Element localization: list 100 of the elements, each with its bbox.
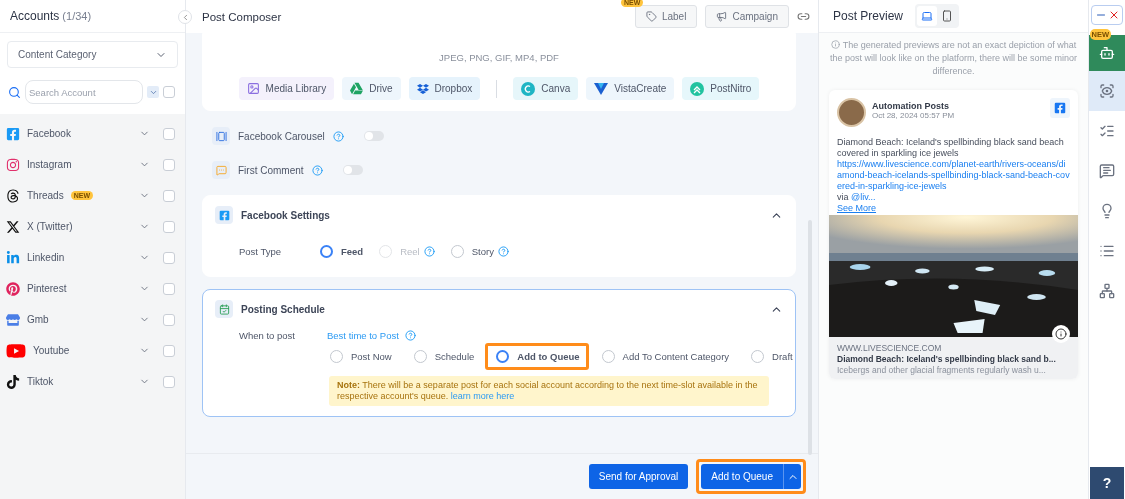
link-domain: WWW.LIVESCIENCE.COM xyxy=(837,343,943,353)
post-type-radio[interactable]: Story xyxy=(441,238,516,265)
account-name[interactable]: X (Twitter) xyxy=(27,221,73,232)
account-checkbox[interactable] xyxy=(163,375,175,388)
toggle-label: Facebook Carousel xyxy=(238,130,325,142)
calendar-icon-tile xyxy=(215,300,233,318)
help-icon[interactable] xyxy=(311,164,323,176)
note-text: Note: There will be a separate post for each social account according to the next time-slot available in the respective account's queue. learn more here xyxy=(337,380,759,402)
campaign-button[interactable]: Campaign xyxy=(705,5,789,28)
megaphone-icon xyxy=(716,11,728,22)
eye-scan-icon xyxy=(1099,83,1115,99)
account-name[interactable]: Tiktok xyxy=(27,376,54,387)
help-icon[interactable] xyxy=(332,130,344,142)
facebook-icon xyxy=(1050,98,1070,118)
see-more-link[interactable]: See More xyxy=(837,203,1070,213)
account-checkbox[interactable] xyxy=(163,251,175,264)
toggle-switch[interactable] xyxy=(342,165,363,175)
expand-button[interactable] xyxy=(147,86,159,98)
schedule-radio[interactable]: Schedule xyxy=(402,343,484,370)
help-button[interactable]: ? xyxy=(1090,467,1124,499)
help-icon[interactable] xyxy=(404,330,416,341)
select-all-checkbox[interactable] xyxy=(163,86,175,98)
sidebar-title: Accounts xyxy=(10,9,60,23)
x-icon xyxy=(6,219,20,234)
design-tool-button[interactable]: PostNitro xyxy=(682,77,760,100)
search-icon xyxy=(8,85,21,99)
phone-icon xyxy=(941,10,954,22)
tiktok-icon xyxy=(6,374,20,389)
search-field[interactable]: Search Account xyxy=(25,80,143,104)
account-name[interactable]: Youtube xyxy=(33,345,70,356)
help-icon[interactable] xyxy=(497,246,509,257)
info-icon xyxy=(830,40,840,49)
account-checkbox[interactable] xyxy=(163,220,175,233)
checklist-icon xyxy=(1099,123,1115,139)
avatar xyxy=(837,98,866,127)
section-title: Facebook Settings xyxy=(241,209,330,221)
schedule-radio[interactable]: Draft xyxy=(740,343,802,370)
account-checkbox[interactable] xyxy=(163,127,175,140)
facebook-icon xyxy=(6,126,20,141)
handle-link[interactable]: @liv... xyxy=(851,192,876,202)
send-for-approval-button[interactable]: Send for Approval xyxy=(588,464,689,489)
chat-icon xyxy=(1099,163,1115,179)
laptop-button[interactable] xyxy=(917,6,938,26)
schedule-radio[interactable]: Add To Content Category xyxy=(590,343,739,370)
threads-icon xyxy=(6,188,20,203)
schedule-radio[interactable]: Add to Queue xyxy=(485,343,589,370)
options-toggle-button[interactable] xyxy=(783,464,801,489)
account-checkbox[interactable] xyxy=(163,313,175,326)
rail-button[interactable] xyxy=(1088,35,1125,71)
composer-title: Post Composer xyxy=(202,10,282,23)
design-tool-button[interactable]: Canva xyxy=(513,77,579,100)
laptop-icon xyxy=(921,10,934,22)
media-source-button[interactable]: Media Library xyxy=(238,77,335,100)
account-name[interactable]: Threads xyxy=(27,190,64,201)
linkedin-icon xyxy=(6,250,20,265)
tag-icon xyxy=(645,11,657,22)
toggle-switch[interactable] xyxy=(363,131,384,141)
schedule-radio[interactable]: Post Now xyxy=(319,343,401,370)
media-source-button[interactable]: Dropbox xyxy=(408,77,481,100)
account-checkbox[interactable] xyxy=(163,344,175,357)
account-name[interactable]: Pinterest xyxy=(27,283,67,294)
account-checkbox[interactable] xyxy=(163,158,175,171)
label-button[interactable]: Label xyxy=(634,5,698,28)
category-select[interactable]: Content Category xyxy=(7,41,178,68)
account-checkbox[interactable] xyxy=(163,189,175,202)
file-types: JPEG, PNG, GIF, MP4, PDF xyxy=(439,52,559,63)
section-title: Posting Schedule xyxy=(241,303,325,315)
facebook-icon-tile xyxy=(215,206,233,224)
account-count: (1/34) xyxy=(62,10,92,22)
store-icon xyxy=(6,312,20,327)
post-url-link[interactable]: https://www.livescience.com/planet-earth/rivers-oceans/diamond-beach-icelands-spellbinding-black-sand-beach-covered-in-sparkling-ice-jewels xyxy=(837,159,1070,192)
link-icon[interactable] xyxy=(797,10,810,23)
list-icon xyxy=(1099,243,1115,259)
postnitro-icon xyxy=(690,81,705,96)
post-text: Diamond Beach: Iceland's spellbinding black sand beach covered in sparkling ice jewels xyxy=(837,137,1065,159)
via-text: via xyxy=(837,192,849,202)
account-name[interactable]: Gmb xyxy=(27,314,49,325)
preview-notice: The generated previews are not an exact depiction of what the post will look like on the platform, there will be some minor difference. xyxy=(828,39,1079,78)
account-name[interactable]: Linkedin xyxy=(27,252,65,263)
account-name[interactable]: Instagram xyxy=(27,159,72,170)
robot-icon xyxy=(1099,45,1115,61)
lightbulb-icon xyxy=(1099,203,1115,219)
pinterest-icon xyxy=(6,281,20,296)
instagram-icon xyxy=(6,157,20,172)
design-tool-button[interactable]: VistaCreate xyxy=(586,77,675,100)
field-label: When to post xyxy=(239,330,296,341)
dropbox-icon xyxy=(416,82,429,95)
post-type-radio[interactable]: Feed xyxy=(315,238,371,265)
media-source-button[interactable]: Drive xyxy=(342,77,401,100)
link-description: Icebergs and other glacial fragments regularly wash u... xyxy=(837,365,1047,375)
image-icon xyxy=(246,82,260,95)
info-icon xyxy=(1055,328,1067,340)
vista-icon xyxy=(594,82,609,95)
field-label: Post Type xyxy=(239,246,283,257)
add-to-queue-button[interactable]: Add to Queue xyxy=(701,464,783,489)
preview-title: Post Preview xyxy=(833,9,904,23)
account-name[interactable]: Facebook xyxy=(27,128,71,139)
account-checkbox[interactable] xyxy=(163,282,175,295)
toggle-label: First Comment xyxy=(238,164,304,176)
collapse-button[interactable] xyxy=(178,10,192,24)
